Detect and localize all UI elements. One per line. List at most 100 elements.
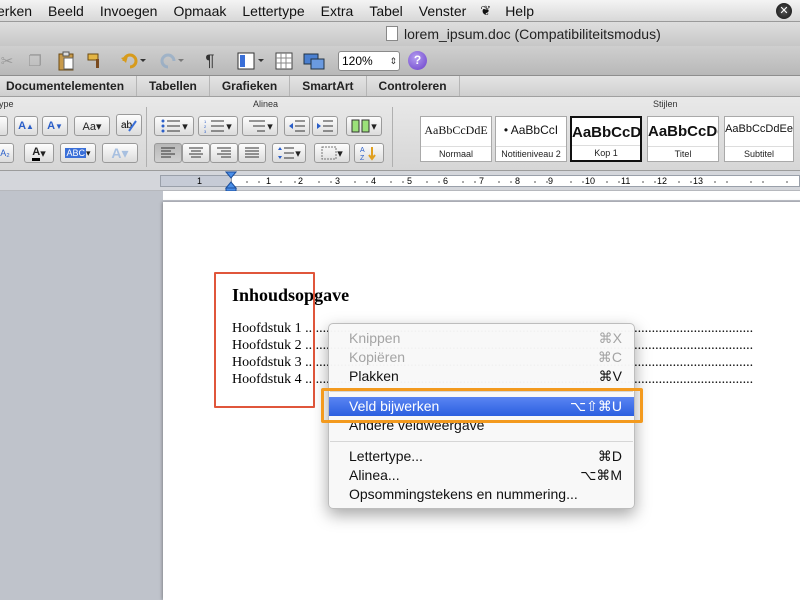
highlight-color-icon[interactable]: ABC ▾ [60,143,96,163]
menu-venster[interactable]: Venster [411,3,474,19]
menu-item-plakken[interactable]: Plakken ⌘V [329,367,634,386]
ruler-number: 1 [197,176,203,186]
numbering-icon[interactable]: 1 2 3 ▾ [198,116,238,136]
ruler-number: 11 [621,176,631,186]
copy-icon[interactable]: ❐ [24,50,46,72]
text-effects-icon[interactable]: A▾ [102,143,138,163]
menu-extra[interactable]: Extra [313,3,362,19]
menu-item-label: Alinea... [349,467,400,483]
align-right-icon[interactable] [210,143,238,163]
cut-icon[interactable]: ✂ [0,50,16,72]
menu-item-label: Kopiëren [349,349,406,365]
ruler-number: 12 [657,176,668,186]
ruler-number: 6 [443,176,449,186]
pilcrow-icon[interactable]: ¶ [202,50,218,72]
group-font-label: ype [0,99,14,109]
menu-item-label: Lettertype... [349,448,423,464]
subscript-icon[interactable]: A₂ [0,143,14,163]
group-styles-label: Stijlen [653,99,678,109]
style-sample: AaBbCcDdEe [725,123,793,135]
menu-item-shortcut: ⌘V [598,368,622,384]
tab-grafieken[interactable]: Grafieken [210,76,291,96]
style-name: Kop 1 [572,145,640,158]
ruler-left-margin [160,175,232,187]
previous-page-bottom [163,191,800,200]
font-color-icon[interactable]: A ▾ [24,143,54,163]
svg-text:A: A [360,147,365,154]
ruler-number: 7 [479,176,485,186]
columns-icon[interactable]: ▾ [346,116,382,136]
menu-item-label: Plakken [349,368,399,384]
increase-indent-icon[interactable] [312,116,338,136]
grow-font-icon[interactable]: A ▲ [14,116,38,136]
menu-item-shortcut: ⌘X [598,330,622,346]
menu-item-shortcut: ⌥⌘M [580,467,622,483]
menu-tabel[interactable]: Tabel [361,3,410,19]
ruler-number: 8 [515,176,521,186]
ribbon-panel: ype Alinea Stijlen A ▲ A ▼ Aa▾ ab A₂ A ▾ AB… [0,97,800,171]
decrease-indent-icon[interactable] [284,116,310,136]
menu-item-lettertype[interactable]: Lettertype... ⌘D [329,447,634,466]
style-sample: AaBbCcDdE [424,123,488,137]
style-normaal[interactable]: AaBbCcDdE Normaal [420,116,492,162]
format-painter-icon[interactable] [84,50,106,72]
paste-icon[interactable] [54,50,78,72]
title-bar: lorem_ipsum.doc (Compatibiliteitsmodus) [0,22,800,46]
multilevel-list-icon[interactable]: ▾ [242,116,278,136]
style-kop-1[interactable]: AaBbCcD Kop 1 [570,116,642,162]
menu-help[interactable]: Help [497,3,542,19]
ribbon-tab-bar: Documentelementen Tabellen Grafieken Sma… [0,76,800,97]
group-paragraph-label: Alinea [253,99,279,109]
align-center-icon[interactable] [182,143,210,163]
menu-item-knippen[interactable]: Knippen ⌘X [329,329,634,348]
sort-icon[interactable]: AZ [354,143,384,163]
ribbon-divider [146,107,147,167]
menu-item-kopieren[interactable]: Kopiëren ⌘C [329,348,634,367]
style-name: Notitieniveau 2 [496,146,566,159]
zoom-arrows-icon: ⇕ [389,56,397,66]
indent-marker-icon[interactable] [225,171,237,191]
bullets-icon[interactable]: ▾ [154,116,194,136]
ruler-number: 9 [548,176,554,186]
style-sample: • AaBbCcI [503,123,559,137]
menu-item-label: Opsommingstekens en nummering... [349,486,578,502]
document-icon [386,26,398,41]
font-size-dropdown-icon[interactable] [0,116,8,136]
style-notitieniveau-2[interactable]: • AaBbCcI Notitieniveau 2 [495,116,567,162]
style-titel[interactable]: AaBbCcDd Titel [647,116,719,162]
tab-documentelementen[interactable]: Documentelementen [0,76,138,96]
svg-text:3: 3 [204,129,207,133]
horizontal-ruler[interactable]: 1 1 2 3 4 5 6 7 8 9 10 11 12 13 [0,171,800,191]
svg-text:Z: Z [360,155,365,161]
view-layout-icon[interactable] [236,50,266,72]
align-left-icon[interactable] [154,143,182,163]
tab-controleren[interactable]: Controleren [367,76,460,96]
menu-item-alinea[interactable]: Alinea... ⌥⌘M [329,466,634,485]
style-subtitel[interactable]: AaBbCcDdEe Subtitel [724,116,794,162]
menu-werken[interactable]: erken [0,3,40,19]
line-spacing-icon[interactable]: ▾ [272,143,306,163]
justify-icon[interactable] [238,143,266,163]
help-button[interactable]: ? [408,51,427,70]
menu-item-label: Knippen [349,330,401,346]
clear-formatting-icon[interactable]: ab [116,114,142,136]
media-browser-icon[interactable] [302,50,326,72]
shrink-font-icon[interactable]: A ▼ [42,116,68,136]
menu-opmaak[interactable]: Opmaak [165,3,234,19]
script-icon[interactable]: ❦ [474,3,497,19]
ruler-number: 13 [693,176,704,186]
tab-tabellen[interactable]: Tabellen [137,76,210,96]
style-name: Titel [648,146,718,159]
menu-item-opsommingstekens[interactable]: Opsommingstekens en nummering... [329,485,634,504]
table-grid-icon[interactable] [274,50,294,72]
change-case-icon[interactable]: Aa▾ [74,116,110,136]
close-circle-icon[interactable]: ✕ [776,3,792,19]
tab-smartart[interactable]: SmartArt [290,76,367,96]
menu-beeld[interactable]: Beeld [40,3,92,19]
menu-lettertype[interactable]: Lettertype [234,3,312,19]
menu-invoegen[interactable]: Invoegen [92,3,166,19]
zoom-select[interactable]: 120% ⇕ [338,51,400,71]
borders-icon[interactable]: ▾ [314,143,350,163]
undo-icon[interactable] [118,50,148,72]
redo-icon[interactable] [156,50,186,72]
